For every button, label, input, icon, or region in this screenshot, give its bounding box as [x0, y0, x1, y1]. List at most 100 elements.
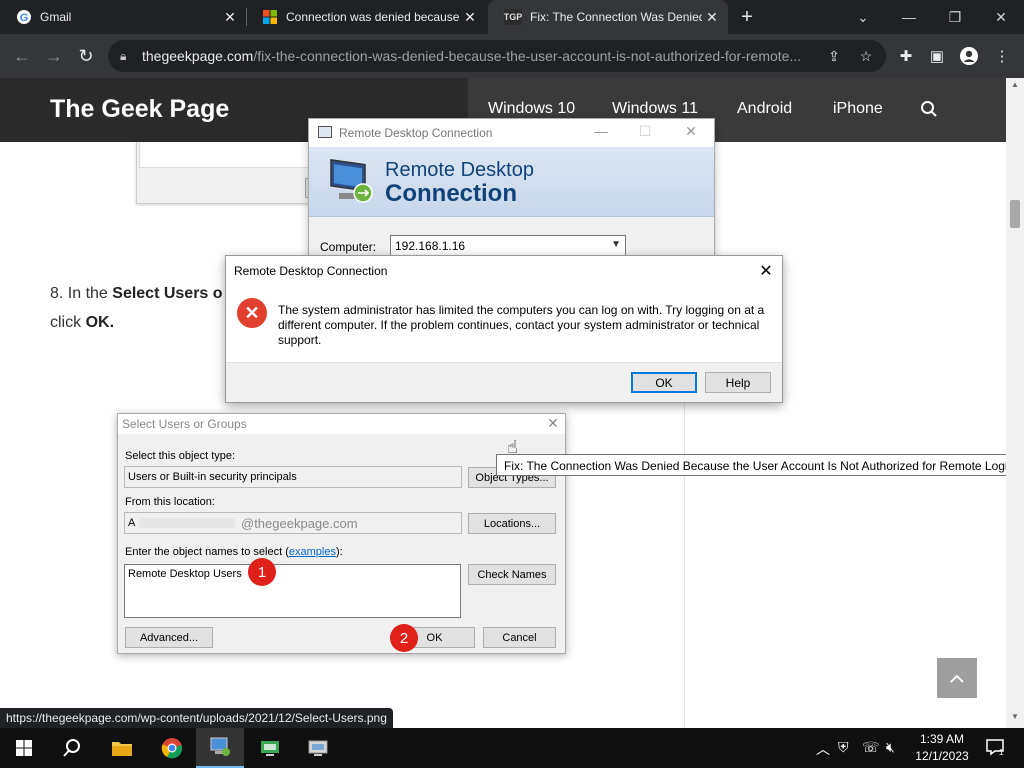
profile-avatar-icon[interactable]	[958, 45, 980, 67]
site-logo[interactable]: The Geek Page	[50, 95, 229, 124]
side-panel-icon[interactable]: ▣	[926, 45, 948, 67]
lock-icon: 🔒︎	[120, 49, 127, 63]
tab-connection-denied[interactable]: Connection was denied because ✕	[246, 0, 486, 34]
address-bar[interactable]: 🔒︎ thegeekpage.com/fix-the-connection-wa…	[108, 40, 886, 72]
object-type-label: Select this object type:	[125, 450, 236, 462]
notifications-icon[interactable]: 1	[985, 738, 1005, 759]
new-tab-button[interactable]: +	[732, 0, 762, 34]
search-icon[interactable]	[920, 100, 938, 123]
object-names-input[interactable]: Remote Desktop Users	[124, 564, 461, 618]
select-users-titlebar: Select Users or Groups ✕	[118, 414, 565, 434]
location-label: From this location:	[125, 496, 215, 508]
browser-tab-strip: G Gmail ✕ Connection was denied because …	[0, 0, 1024, 34]
share-icon[interactable]: ⇪	[824, 46, 844, 66]
cancel-button[interactable]: Cancel	[483, 627, 556, 648]
tab-title: Fix: The Connection Was Denied	[530, 10, 702, 24]
nav-windows-10[interactable]: Windows 10	[488, 100, 575, 118]
tab-gmail[interactable]: G Gmail ✕	[0, 0, 246, 34]
remote-desktop-icon	[210, 737, 230, 756]
browser-toolbar: ← → ↻ 🔒︎ thegeekpage.com/fix-the-connect…	[0, 34, 1024, 78]
chrome-taskbar-button[interactable]	[148, 728, 196, 768]
rdc-banner-line2: Connection	[385, 180, 517, 207]
article-screenshot-image	[136, 142, 316, 204]
chrome-icon	[161, 738, 183, 759]
forward-arrow-icon[interactable]: →	[40, 42, 68, 70]
minimize-icon[interactable]: —	[586, 123, 616, 139]
rdc-title: Remote Desktop Connection	[339, 126, 493, 140]
app2-taskbar-button[interactable]	[294, 728, 342, 768]
close-icon[interactable]: ✕	[543, 415, 563, 432]
scroll-down-arrow-icon[interactable]: ▼	[1011, 712, 1019, 721]
tab-fix-connection-denied[interactable]: TGP Fix: The Connection Was Denied ✕	[488, 0, 728, 34]
reload-icon[interactable]: ↻	[72, 42, 100, 70]
maximize-icon: ☐	[638, 123, 652, 139]
monitor-app-icon	[261, 741, 279, 756]
nav-iphone[interactable]: iPhone	[833, 100, 883, 118]
volume-muted-icon[interactable]: 🔇︎	[886, 739, 895, 756]
minimize-button[interactable]: —	[886, 0, 932, 34]
svg-text:G: G	[20, 12, 29, 24]
tab-close-icon[interactable]: ✕	[460, 9, 480, 26]
error-icon: ✕	[237, 298, 267, 328]
computer-combobox[interactable]: 192.168.1.16 ▼	[390, 235, 626, 257]
hand-cursor-icon: ☝︎	[507, 437, 518, 457]
windows-taskbar: ︿ ⛨ ☏ 🔇︎ 1:39 AM 12/1/2023 1	[0, 728, 1024, 768]
examples-link[interactable]: examples	[289, 546, 336, 558]
search-taskbar-button[interactable]	[48, 728, 96, 768]
close-icon[interactable]: ✕	[756, 261, 776, 281]
watermark-text: @thegeekpage.com	[241, 516, 358, 531]
close-window-button[interactable]: ✕	[978, 0, 1024, 34]
ok-button[interactable]: OK	[631, 372, 697, 393]
rdc-banner: Remote Desktop Connection	[309, 147, 714, 217]
bookmark-star-icon[interactable]: ☆	[856, 46, 876, 66]
network-icon[interactable]: ☏	[862, 739, 880, 756]
menu-kebab-icon[interactable]: ⋮	[991, 45, 1013, 67]
check-names-button[interactable]: Check Names	[468, 564, 556, 585]
extensions-puzzle-icon[interactable]: ✚	[895, 45, 917, 67]
nav-android[interactable]: Android	[737, 100, 792, 118]
select-users-dialog: Select Users or Groups ✕ Select this obj…	[117, 413, 566, 654]
clock-time[interactable]: 1:39 AM	[918, 732, 966, 746]
help-button[interactable]: Help	[705, 372, 771, 393]
google-icon: G	[16, 9, 32, 25]
chevron-down-icon[interactable]: ▼	[611, 239, 621, 250]
nav-windows-11[interactable]: Windows 11	[612, 100, 698, 118]
location-field: A @thegeekpage.com	[124, 512, 462, 534]
close-icon[interactable]: ✕	[676, 123, 706, 140]
tab-search-icon[interactable]: ⌄	[840, 0, 886, 34]
chevron-up-icon[interactable]: ︿	[816, 739, 830, 759]
back-arrow-icon[interactable]: ←	[8, 42, 36, 70]
tab-close-icon[interactable]: ✕	[702, 9, 722, 26]
select-users-title: Select Users or Groups	[122, 417, 247, 431]
search-icon	[63, 739, 80, 757]
plus-icon: +	[741, 5, 753, 28]
rdc-taskbar-button[interactable]	[196, 728, 244, 768]
error-dialog-title: Remote Desktop Connection	[234, 264, 388, 278]
svg-text:1: 1	[999, 748, 1004, 756]
tab-close-icon[interactable]: ✕	[220, 9, 240, 26]
restore-button[interactable]: ❐	[932, 0, 978, 34]
remote-desktop-computer-icon	[325, 155, 375, 210]
locations-button[interactable]: Locations...	[468, 513, 556, 534]
image-tooltip: Fix: The Connection Was Denied Because t…	[496, 454, 1024, 476]
app-taskbar-button[interactable]	[246, 728, 294, 768]
chevron-up-icon	[950, 674, 964, 683]
page-scrollbar[interactable]: ▲ ▼	[1006, 78, 1024, 728]
windows-logo-icon	[262, 9, 278, 25]
tab-title: Gmail	[40, 10, 72, 24]
step-marker-1: 1	[248, 558, 276, 586]
advanced-button[interactable]: Advanced...	[125, 627, 213, 648]
rdc-window: Remote Desktop Connection — ☐ ✕ Remote D…	[308, 118, 715, 260]
rdc-titlebar: Remote Desktop Connection — ☐ ✕	[309, 119, 714, 147]
scroll-up-arrow-icon[interactable]: ▲	[1011, 80, 1019, 89]
article-step-text: 8. In the Select Users o	[50, 285, 223, 302]
start-button[interactable]	[0, 728, 48, 768]
back-to-top-button[interactable]	[937, 658, 977, 698]
file-explorer-button[interactable]	[98, 728, 146, 768]
clock-date[interactable]: 12/1/2023	[912, 749, 972, 763]
defender-icon[interactable]: ⛨	[838, 739, 849, 756]
rdc-app-icon	[318, 126, 332, 138]
status-bar-url: https://thegeekpage.com/wp-content/uploa…	[0, 708, 393, 728]
scroll-thumb[interactable]	[1010, 200, 1020, 228]
object-type-field: Users or Built-in security principals	[124, 466, 462, 488]
